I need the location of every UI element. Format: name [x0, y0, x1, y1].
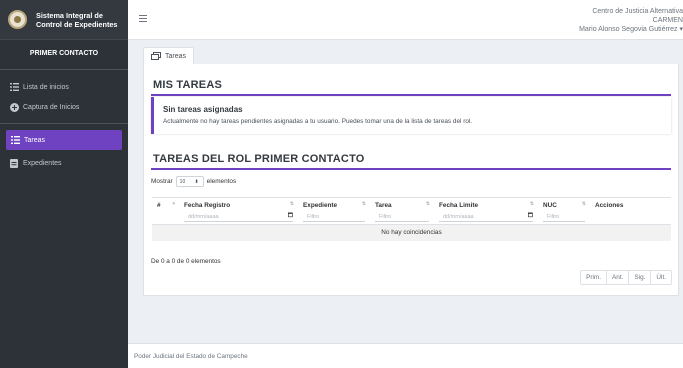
sidebar-item-label: Captura de Inicios: [23, 103, 80, 111]
calendar-icon[interactable]: 🗖: [288, 212, 293, 221]
empty-table-message: No hay coincidencias: [152, 224, 671, 241]
sidebar-item-label: Tareas: [24, 136, 46, 144]
column-header-nuc[interactable]: NUC ⇅ Filtro: [538, 197, 590, 225]
menu-toggle-icon[interactable]: [139, 15, 147, 24]
nuc-filter[interactable]: Filtro: [543, 212, 585, 222]
column-header-number[interactable]: # ▾: [152, 197, 179, 225]
sidebar: Sistema Integral de Control de Expedient…: [0, 0, 128, 368]
brand[interactable]: Sistema Integral de Control de Expedient…: [0, 0, 128, 40]
sort-desc-icon: ▾: [172, 201, 175, 207]
sort-icon: ⇅: [529, 201, 534, 207]
tasks-window-icon: [151, 52, 161, 60]
sidebar-section-title: PRIMER CONTACTO: [0, 40, 128, 70]
tab-tareas[interactable]: Tareas: [143, 47, 195, 64]
sidebar-item-lista-inicios[interactable]: Lista de inicios: [0, 77, 128, 97]
sidebar-divider: [0, 123, 128, 124]
plus-circle-icon: [9, 102, 19, 112]
fecha-registro-filter[interactable]: dd/mm/aaaa 🗖: [184, 212, 293, 222]
role-tasks-heading: TAREAS DEL ROL PRIMER CONTACTO: [153, 153, 365, 165]
footer: Poder Judicial del Estado de Campeche: [128, 343, 683, 368]
sidebar-item-label: Lista de inicios: [23, 83, 69, 91]
seal-logo-icon: [8, 10, 27, 29]
column-header-fecha-registro[interactable]: Fecha Registro ⇅ dd/mm/aaaa 🗖: [179, 197, 298, 225]
column-header-acciones: Acciones: [590, 197, 671, 225]
role-tasks-rule: [151, 168, 671, 170]
tab-bar: Tareas: [143, 47, 195, 64]
column-header-tarea[interactable]: Tarea ⇅ Filtro: [370, 197, 434, 225]
sidebar-item-label: Expedientes: [23, 159, 62, 167]
table-row: No hay coincidencias: [152, 224, 671, 241]
brand-title: Sistema Integral de Control de Expedient…: [36, 10, 118, 29]
pagination: Prim. Ant. Sig. Últ.: [580, 270, 672, 285]
file-icon: [9, 158, 19, 168]
no-tasks-callout: Sin tareas asignadas Actualmente no hay …: [151, 97, 671, 134]
tarea-filter[interactable]: Filtro: [375, 212, 429, 222]
org-name: Centro de Justicia Alternativa: [592, 8, 683, 15]
callout-text: Actualmente no hay tareas pendientes asi…: [163, 118, 473, 125]
user-role: CARMEN: [652, 17, 683, 24]
list-icon: [9, 82, 19, 92]
select-caret-icon: ⬍: [194, 179, 199, 185]
my-tasks-rule: [151, 94, 671, 96]
role-tasks-table: # ▾ Fecha Registro ⇅ dd/mm/aaaa 🗖 Expedi…: [152, 197, 671, 241]
caret-down-icon: ▾: [679, 26, 683, 33]
calendar-icon[interactable]: 🗖: [528, 212, 533, 221]
pager-prev-button[interactable]: Ant.: [606, 270, 630, 285]
fecha-limite-filter[interactable]: dd/mm/aaaa 🗖: [439, 212, 533, 222]
table-info: De 0 a 0 de 0 elementos: [151, 258, 221, 265]
expediente-filter[interactable]: Filtro: [303, 212, 365, 222]
sidebar-item-expedientes[interactable]: Expedientes: [0, 153, 128, 173]
top-navbar: Centro de Justicia Alternativa CARMEN Ma…: [128, 0, 683, 40]
sort-icon: ⇅: [289, 201, 294, 207]
pager-last-button[interactable]: Últ.: [650, 270, 672, 285]
sort-icon: ⇅: [361, 201, 366, 207]
pager-next-button[interactable]: Sig.: [628, 270, 652, 285]
sidebar-item-captura-inicios[interactable]: Captura de Inicios: [0, 97, 128, 117]
page-length-select[interactable]: 10 ⬍: [175, 176, 204, 187]
sort-icon: ⇅: [425, 201, 430, 207]
sort-icon: ⇅: [581, 201, 586, 207]
tasks-icon: [10, 135, 20, 145]
sidebar-item-tareas[interactable]: Tareas: [6, 130, 122, 150]
pager-first-button[interactable]: Prim.: [580, 270, 608, 285]
content-card: MIS TAREAS Sin tareas asignadas Actualme…: [143, 64, 679, 296]
user-info[interactable]: Centro de Justicia Alternativa CARMEN Ma…: [579, 7, 683, 34]
my-tasks-heading: MIS TAREAS: [153, 79, 223, 91]
callout-title: Sin tareas asignadas: [163, 105, 243, 114]
column-header-fecha-limite[interactable]: Fecha Limite ⇅ dd/mm/aaaa 🗖: [434, 197, 538, 225]
column-header-expediente[interactable]: Expediente ⇅ Filtro: [298, 197, 370, 225]
user-name: Mario Alonso Segovia Gutiérrez: [579, 26, 678, 33]
tab-label: Tareas: [165, 52, 187, 60]
page-length-control: Mostrar 10 ⬍ elementos: [151, 176, 237, 187]
